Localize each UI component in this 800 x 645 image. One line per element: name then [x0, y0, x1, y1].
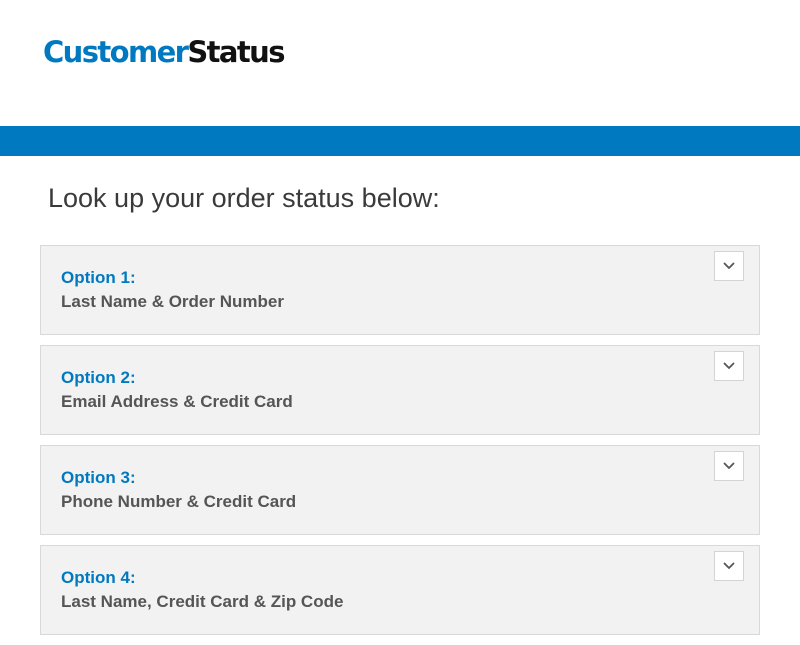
- chevron-down-icon: [723, 262, 735, 269]
- lookup-option-3[interactable]: Option 3: Phone Number & Credit Card: [40, 445, 760, 535]
- page-heading: Look up your order status below:: [48, 183, 440, 213]
- header-accent-bar: [0, 126, 800, 156]
- option-title: Option 2:: [61, 368, 136, 387]
- option-3-expand-button[interactable]: [714, 451, 744, 481]
- lookup-option-4[interactable]: Option 4: Last Name, Credit Card & Zip C…: [40, 545, 760, 635]
- option-description: Phone Number & Credit Card: [61, 492, 297, 511]
- site-header: CustomerStatus: [0, 0, 800, 126]
- option-4-expand-button[interactable]: [714, 551, 744, 581]
- option-description: Last Name & Order Number: [61, 292, 284, 311]
- logo-text-status: Status: [187, 35, 285, 69]
- lookup-option-2[interactable]: Option 2: Email Address & Credit Card: [40, 345, 760, 435]
- option-2-expand-button[interactable]: [714, 351, 744, 381]
- lookup-option-1[interactable]: Option 1: Last Name & Order Number: [40, 245, 760, 335]
- chevron-down-icon: [723, 562, 735, 569]
- customer-status-logo[interactable]: CustomerStatus: [43, 34, 285, 70]
- option-title: Option 4:: [61, 568, 136, 587]
- lookup-options-list: Option 1: Last Name & Order Number Optio…: [40, 245, 760, 645]
- option-title: Option 3:: [61, 468, 136, 487]
- option-title: Option 1:: [61, 268, 136, 287]
- chevron-down-icon: [723, 462, 735, 469]
- option-1-expand-button[interactable]: [714, 251, 744, 281]
- chevron-down-icon: [723, 362, 735, 369]
- option-description: Email Address & Credit Card: [61, 392, 293, 411]
- option-description: Last Name, Credit Card & Zip Code: [61, 592, 344, 611]
- logo-text-customer: Customer: [43, 35, 189, 69]
